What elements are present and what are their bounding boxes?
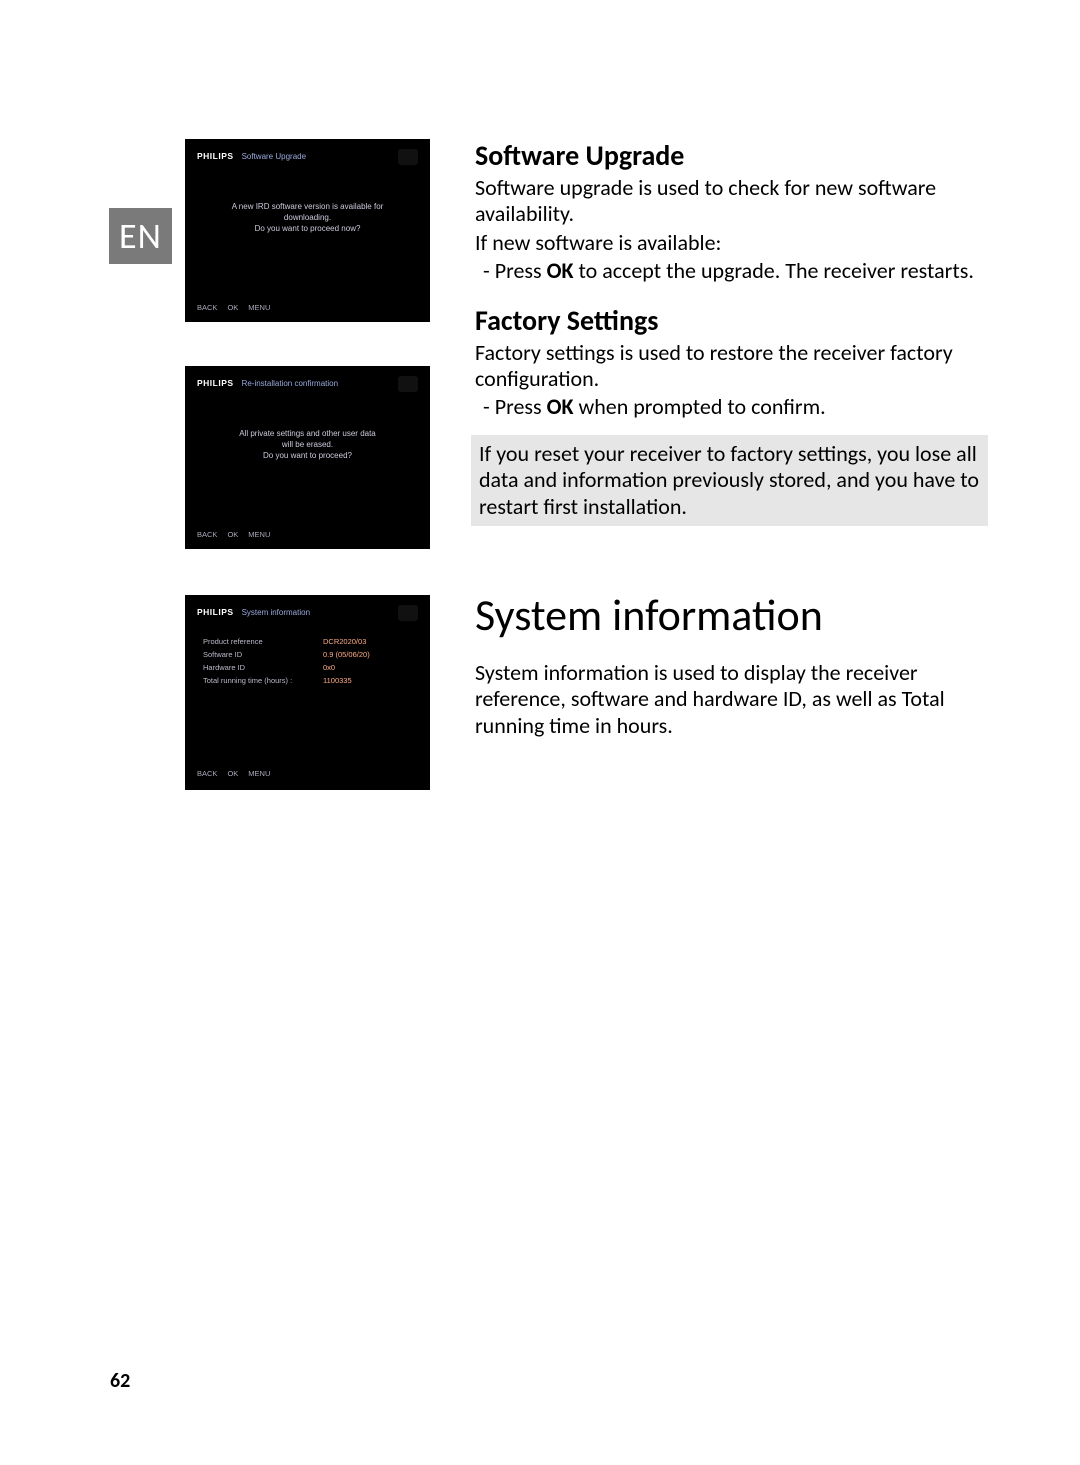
footer-back: BACK — [197, 303, 217, 312]
info-label: Total running time (hours) : — [203, 676, 323, 685]
brand-label: PHILIPS — [197, 151, 234, 161]
info-table: Product referenceDCR2020/03 Software ID0… — [203, 637, 412, 689]
heading-factory-settings: Factory Settings — [475, 303, 975, 338]
info-value: 0x0 — [323, 663, 335, 672]
paragraph: System information is used to display th… — [475, 660, 975, 739]
message-line: All private settings and other user data — [197, 428, 418, 439]
main-content: Software Upgrade Software upgrade is use… — [475, 138, 975, 741]
screenshot-software-upgrade: PHILIPS Software Upgrade A new IRD softw… — [185, 139, 430, 322]
paragraph: Factory settings is used to restore the … — [475, 340, 975, 393]
bullet-text-bold: OK — [547, 257, 574, 284]
bullet-item: Press OK when prompted to confirm. — [475, 394, 975, 420]
info-label: Hardware ID — [203, 663, 323, 672]
brand-label: PHILIPS — [197, 607, 234, 617]
callout-box: If you reset your receiver to factory se… — [471, 435, 988, 526]
clock-icon — [398, 149, 418, 165]
screen-title: System information — [242, 608, 310, 617]
info-label: Software ID — [203, 650, 323, 659]
screen-title: Software Upgrade — [242, 152, 306, 161]
page-number: 62 — [110, 1369, 130, 1393]
info-value: 0.9 (05/06/20) — [323, 650, 370, 659]
paragraph: Software upgrade is used to check for ne… — [475, 175, 975, 228]
bullet-text-pre: Press — [495, 393, 547, 420]
paragraph: If new software is available: — [475, 230, 975, 256]
bullet-text-bold: OK — [547, 393, 574, 420]
bullet-text-post: to accept the upgrade. The receiver rest… — [574, 257, 974, 284]
heading-software-upgrade: Software Upgrade — [475, 138, 975, 173]
info-label: Product reference — [203, 637, 323, 646]
screenshot-reinstallation: PHILIPS Re-installation confirmation All… — [185, 366, 430, 549]
message-line: Do you want to proceed now? — [197, 223, 418, 234]
footer-menu: MENU — [248, 303, 270, 312]
footer-menu: MENU — [248, 769, 270, 778]
bullet-item: Press OK to accept the upgrade. The rece… — [475, 258, 975, 284]
footer-back: BACK — [197, 769, 217, 778]
clock-icon — [398, 605, 418, 621]
message-line: will be erased. — [197, 439, 418, 450]
footer-ok: OK — [227, 530, 238, 539]
footer-ok: OK — [227, 303, 238, 312]
screenshot-system-information: PHILIPS System information Product refer… — [185, 595, 430, 790]
message-line: Do you want to proceed? — [197, 450, 418, 461]
clock-icon — [398, 376, 418, 392]
footer-ok: OK — [227, 769, 238, 778]
language-tab: EN — [109, 208, 172, 264]
footer-back: BACK — [197, 530, 217, 539]
bullet-text-pre: Press — [495, 257, 547, 284]
footer-menu: MENU — [248, 530, 270, 539]
bullet-text-post: when prompted to confirm. — [574, 393, 826, 420]
info-value: DCR2020/03 — [323, 637, 366, 646]
heading-system-information: System information — [475, 588, 975, 642]
message-line: A new IRD software version is available … — [197, 201, 418, 212]
screen-title: Re-installation confirmation — [242, 379, 339, 388]
info-value: 1100335 — [323, 676, 352, 685]
brand-label: PHILIPS — [197, 378, 234, 388]
message-line: downloading. — [197, 212, 418, 223]
